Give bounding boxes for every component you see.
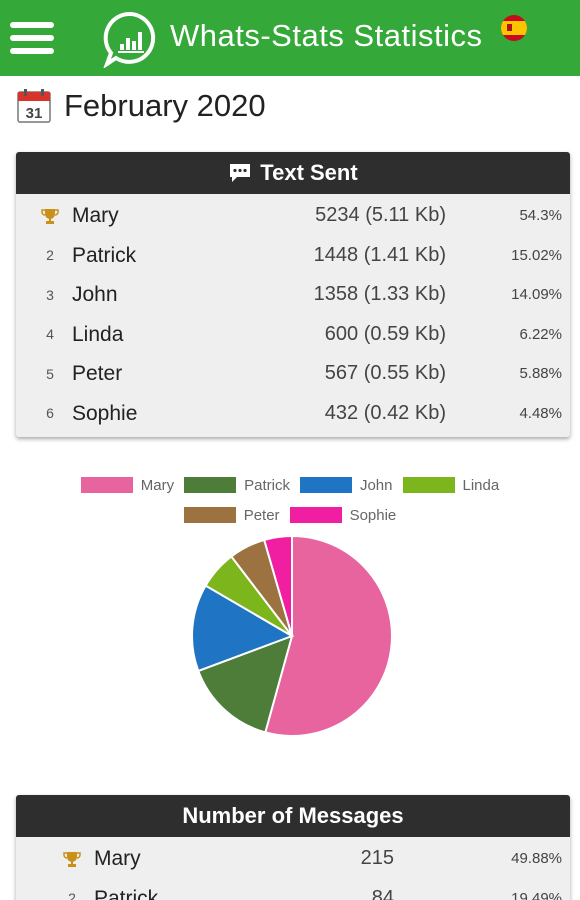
legend-item[interactable]: Linda — [402, 476, 500, 494]
percentage: 14.09% — [511, 286, 562, 303]
legend-item[interactable]: Peter — [183, 506, 280, 524]
legend-item[interactable]: Sophie — [289, 506, 397, 524]
participant-name: Mary — [94, 847, 141, 870]
stat-row[interactable]: Mary 215 49.88% — [16, 839, 570, 879]
period-title: February 2020 — [64, 88, 266, 123]
rank-number: 3 — [46, 286, 54, 303]
legend-row: Peter Sophie — [40, 500, 540, 530]
legend-label: John — [359, 476, 393, 494]
participant-name: John — [72, 283, 118, 306]
text-amount: 600 (0.59 Kb) — [324, 322, 446, 345]
legend-swatch — [289, 507, 342, 523]
text-sent-title: Text Sent — [260, 160, 358, 185]
percentage: 54.3% — [519, 207, 562, 224]
legend-swatch — [402, 477, 455, 493]
calendar-icon: 31 — [17, 89, 51, 123]
percentage: 15.02% — [511, 246, 562, 264]
legend-swatch — [80, 477, 133, 493]
rank-number: 4 — [46, 326, 54, 343]
stat-row[interactable]: 2 Patrick 84 19.49% — [16, 879, 570, 900]
percentage: 19.49% — [511, 889, 562, 900]
rank-number: 5 — [46, 365, 54, 382]
stat-row[interactable]: 3 John 1358 (1.33 Kb) 14.09% — [16, 275, 570, 315]
app-bar: Whats-Stats Statistics — [0, 0, 580, 76]
legend-swatch — [299, 477, 352, 493]
rank-cell — [38, 196, 62, 236]
legend-label: Mary — [140, 476, 175, 494]
percentage: 4.48% — [519, 404, 562, 422]
legend-label: Linda — [462, 476, 500, 494]
chart-legend: Mary Patrick John Linda Peter Sophie — [40, 470, 540, 530]
legend-item[interactable]: John — [299, 476, 393, 494]
participant-name: Patrick — [94, 886, 159, 900]
message-count: 84 — [371, 886, 394, 900]
text-amount: 1358 (1.33 Kb) — [313, 283, 446, 305]
whatsapp-chart-logo-icon — [103, 11, 156, 68]
text-amount: 1448 (1.41 Kb) — [313, 243, 446, 266]
text-amount: 567 (0.55 Kb) — [324, 362, 446, 384]
legend-item[interactable]: Mary — [80, 476, 175, 494]
message-count: 215 — [360, 847, 394, 869]
trophy-icon — [41, 208, 59, 224]
participant-name: Sophie — [72, 401, 138, 425]
period-heading: 31 February 2020 — [16, 86, 266, 126]
rank-cell — [60, 839, 84, 879]
percentage: 6.22% — [519, 325, 562, 343]
messages-card: Number of Messages Mary 215 49.88% 2 Pat… — [16, 795, 570, 900]
messages-title: Number of Messages — [182, 803, 404, 828]
stat-row[interactable]: 6 Sophie 432 (0.42 Kb) 4.48% — [16, 394, 570, 434]
text-sent-header: Text Sent — [16, 152, 570, 194]
text-sent-card: Text Sent Mary 5234 (5.11 Kb) 54.3% 2 Pa… — [16, 152, 570, 437]
spain-flag-icon[interactable] — [500, 14, 528, 42]
legend-swatch — [184, 477, 237, 493]
chat-bubble-icon — [230, 164, 251, 182]
rank-number: 2 — [46, 247, 54, 264]
messages-header: Number of Messages — [16, 795, 570, 837]
trophy-icon — [63, 851, 81, 867]
rank-number: 2 — [68, 890, 76, 900]
stat-row[interactable]: 5 Peter 567 (0.55 Kb) 5.88% — [16, 354, 570, 394]
calendar-day-label: 31 — [26, 105, 43, 122]
percentage: 5.88% — [519, 365, 562, 382]
text-sent-pie-chart — [191, 534, 393, 737]
participant-name: Peter — [72, 362, 123, 385]
app-title: Whats-Stats Statistics — [170, 18, 483, 53]
stat-row[interactable]: Mary 5234 (5.11 Kb) 54.3% — [16, 196, 570, 236]
legend-label: Peter — [243, 506, 280, 524]
legend-label: Sophie — [349, 506, 397, 524]
participant-name: Patrick — [72, 243, 137, 267]
legend-label: Patrick — [244, 476, 290, 494]
stat-row[interactable]: 4 Linda 600 (0.59 Kb) 6.22% — [16, 315, 570, 355]
text-amount: 5234 (5.11 Kb) — [315, 204, 446, 226]
legend-row: Mary Patrick John Linda — [40, 470, 540, 500]
legend-swatch — [183, 507, 236, 523]
rank-number: 6 — [46, 405, 54, 422]
stat-row[interactable]: 2 Patrick 1448 (1.41 Kb) 15.02% — [16, 236, 570, 276]
hamburger-menu-icon[interactable] — [10, 22, 56, 56]
legend-item[interactable]: Patrick — [184, 477, 290, 494]
percentage: 49.88% — [511, 850, 562, 867]
participant-name: Mary — [72, 204, 119, 227]
participant-name: Linda — [72, 322, 124, 346]
text-amount: 432 (0.42 Kb) — [324, 401, 446, 424]
